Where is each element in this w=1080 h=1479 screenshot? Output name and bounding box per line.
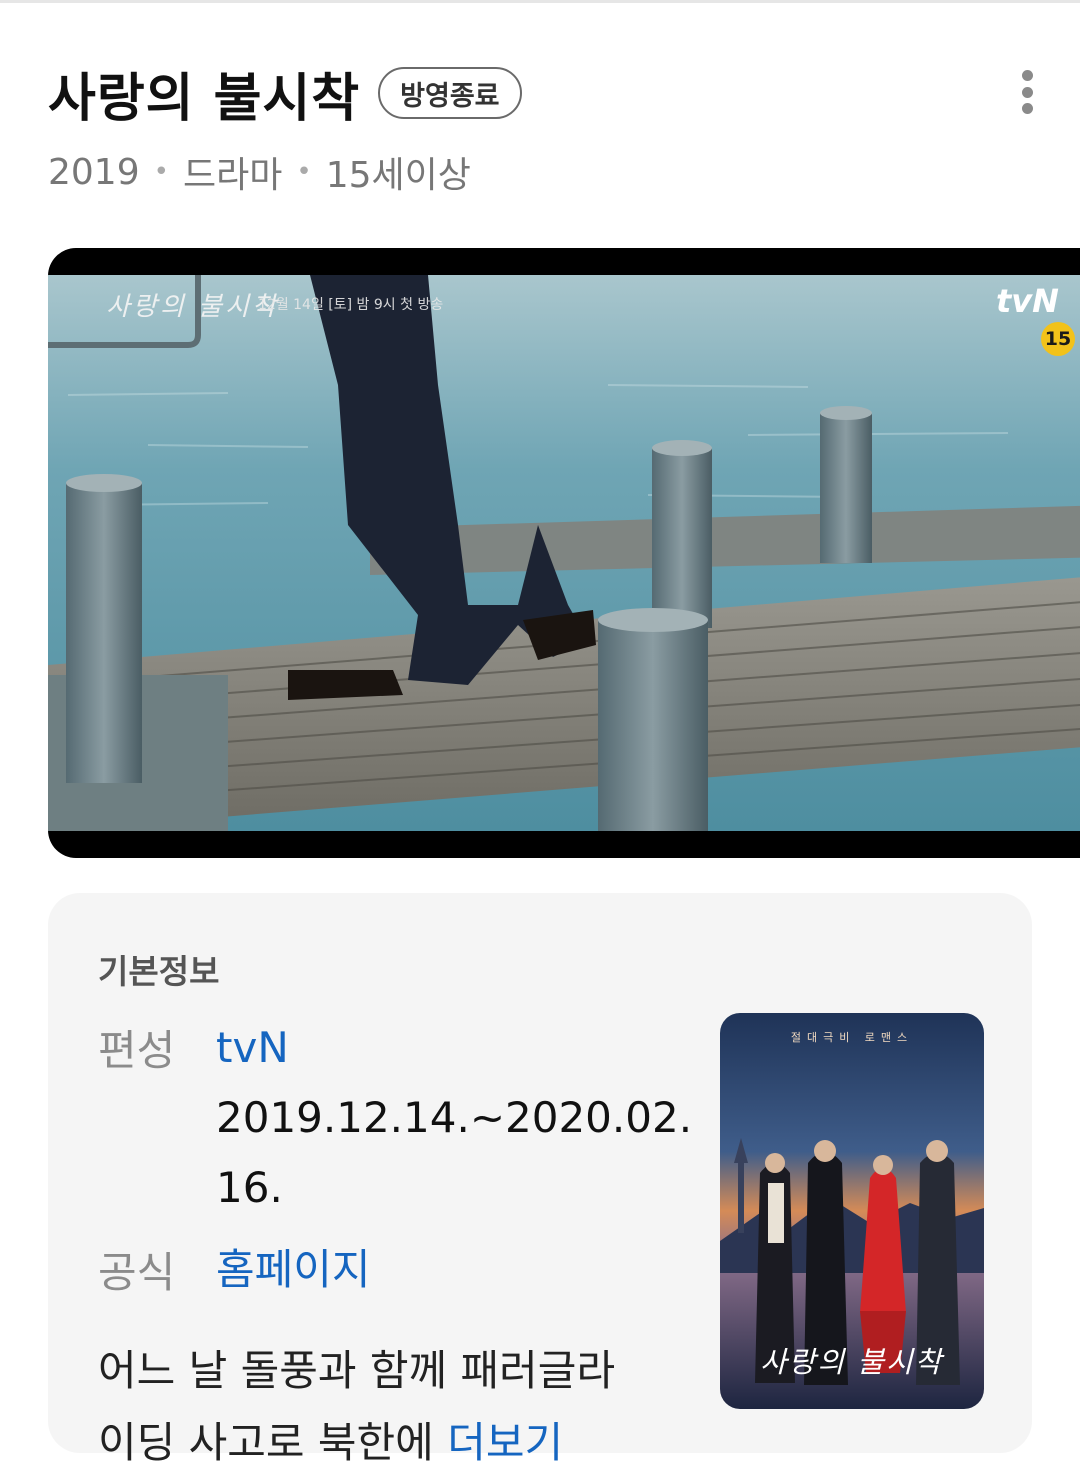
basic-info-card: 기본정보 편성 tvN 2019.12.14.~2020.02. 16. 공식 …: [48, 893, 1032, 1467]
meta-age-rating: 15세이상: [325, 155, 471, 196]
poster-title: 사랑의 불시착: [760, 1345, 944, 1379]
video-caption: 사랑의 불시착: [106, 292, 279, 322]
poster-image[interactable]: 절대극비 로맨스 사랑의 불시착: [720, 1013, 984, 1409]
age-rating-icon: 15: [1041, 322, 1075, 356]
more-link[interactable]: 더보기: [447, 1418, 563, 1467]
meta-genre: 드라마: [182, 155, 283, 196]
more-options-icon[interactable]: [1004, 66, 1050, 118]
official-label: 공식: [98, 1248, 176, 1297]
broadcast-value: tvN 2019.12.14.~2020.02. 16.: [216, 1013, 692, 1223]
separator-dot: •: [296, 157, 312, 187]
status-badge: 방영종료: [378, 67, 522, 119]
description-line2: 이딩 사고로 북한에: [98, 1418, 434, 1467]
video-player[interactable]: 사랑의 불시착 12월 14일 [토] 밤 9시 첫 방송 tvN 15: [48, 248, 1080, 858]
channel-logo: tvN: [996, 282, 1059, 320]
description-line1: 어느 날 돌풍과 함께 패러글라: [98, 1346, 616, 1395]
section-title: 기본정보: [98, 952, 220, 991]
description: 어느 날 돌풍과 함께 패러글라 이딩 사고로 북한에 더보기: [98, 1335, 698, 1479]
official-value: 홈페이지: [216, 1235, 371, 1305]
channel-link[interactable]: tvN: [216, 1023, 289, 1072]
poster-tagline: 절대극비 로맨스: [790, 1031, 914, 1044]
meta-year: 2019: [48, 151, 140, 193]
page-title: 사랑의 불시착: [48, 68, 361, 129]
top-divider: [0, 0, 1080, 3]
meta-info: 2019 • 드라마 • 15세이상: [48, 146, 471, 198]
broadcast-period-line2: 16.: [216, 1163, 283, 1212]
broadcast-period-line1: 2019.12.14.~2020.02.: [216, 1093, 693, 1142]
homepage-link[interactable]: 홈페이지: [216, 1245, 371, 1294]
separator-dot: •: [153, 157, 169, 187]
video-frame-image: [48, 275, 1080, 831]
broadcast-label: 편성: [98, 1026, 176, 1075]
video-airing-text: 12월 14일 [토] 밤 9시 첫 방송: [258, 297, 444, 313]
title-row: 사랑의 불시착 방영종료: [48, 58, 522, 129]
